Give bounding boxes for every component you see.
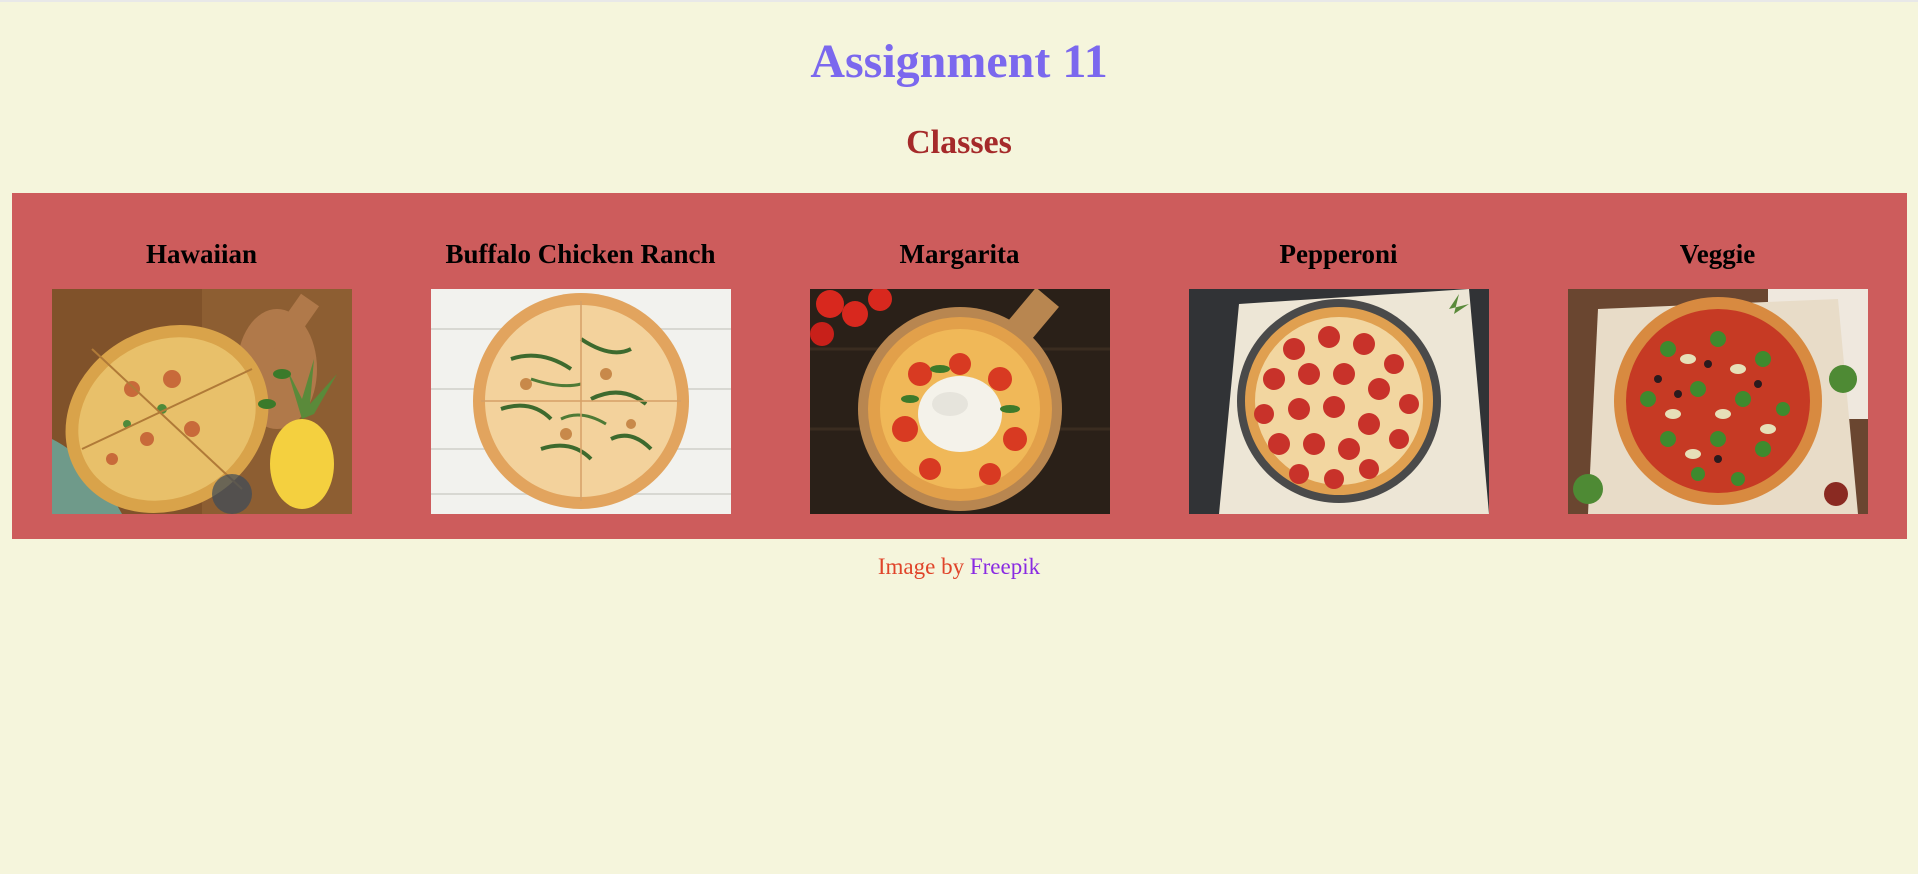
- pizza-name: Buffalo Chicken Ranch: [445, 239, 716, 269]
- pizza-name: Pepperoni: [1279, 239, 1398, 269]
- pizza-card-margarita: Margarita: [809, 193, 1110, 514]
- page-title: Assignment 11: [810, 35, 1108, 88]
- pizza-card-veggie: Veggie: [1567, 193, 1868, 514]
- pizza-name: Margarita: [899, 239, 1020, 269]
- pizza-name: Hawaiian: [145, 239, 258, 269]
- pepperoni-pizza-photo: [1188, 289, 1489, 514]
- buffalo-chicken-ranch-pizza-photo: [430, 289, 731, 514]
- freepik-link[interactable]: Freepik: [970, 554, 1040, 579]
- veggie-pizza-photo: [1567, 289, 1868, 514]
- margarita-pizza-photo: [809, 289, 1110, 514]
- pizza-gallery: Hawaiian Buffalo Chicken Ranch Margarita…: [12, 193, 1907, 539]
- top-border: [0, 0, 1918, 2]
- credit-prefix: Image by: [877, 554, 965, 579]
- pizza-name: Veggie: [1679, 239, 1756, 269]
- pizza-card-hawaiian: Hawaiian: [51, 193, 352, 514]
- pizza-card-pepperoni: Pepperoni: [1188, 193, 1489, 514]
- hawaiian-pizza-photo: [51, 289, 352, 514]
- pizza-card-buffalo-chicken-ranch: Buffalo Chicken Ranch: [430, 193, 731, 514]
- page-subtitle: Classes: [906, 124, 1012, 161]
- image-credit: Image by Freepik: [0, 551, 1918, 583]
